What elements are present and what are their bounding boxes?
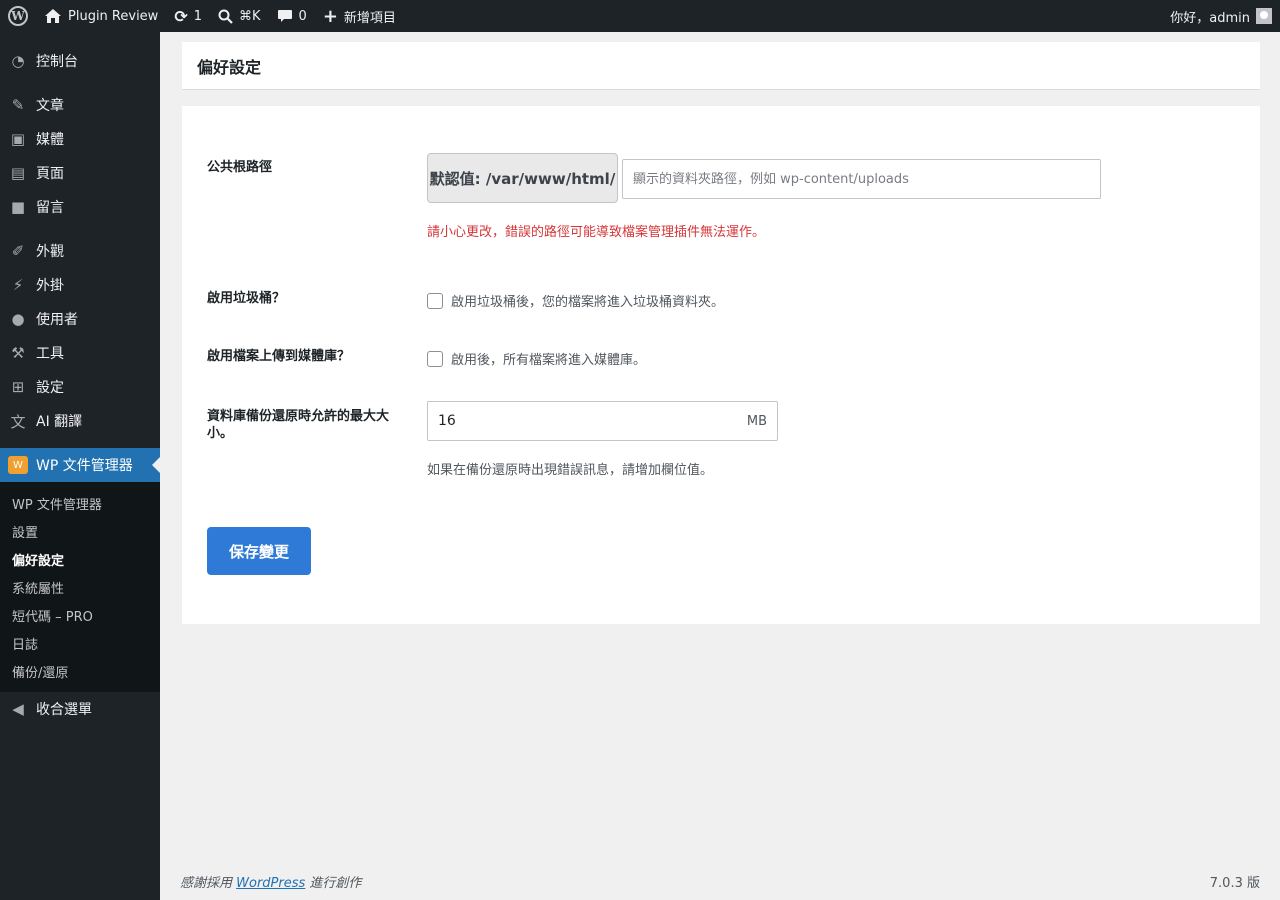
collapse-menu-label: 收合選單 bbox=[36, 702, 92, 718]
wordpress-logo-icon: W bbox=[8, 6, 28, 26]
wrench-icon: ⚒ bbox=[11, 344, 25, 362]
sidebar-item-label: 外觀 bbox=[36, 244, 64, 260]
sidebar-item-ai-translate[interactable]: 文 AI 翻譯 bbox=[0, 404, 160, 438]
home-icon bbox=[45, 9, 61, 23]
translate-icon: 文 bbox=[10, 412, 26, 431]
preferences-panel: 公共根路徑 默認值: /var/www/html/ 請小心更改，錯誤的路徑可能導… bbox=[182, 106, 1260, 624]
trash-label: 啟用垃圾桶？ bbox=[207, 291, 286, 306]
default-path-display: 默認值: /var/www/html/ bbox=[427, 153, 618, 203]
submenu-item-backup-restore[interactable]: 備份/還原 bbox=[0, 657, 160, 685]
sidebar-item-label: AI 翻譯 bbox=[36, 414, 83, 430]
public-root-input[interactable] bbox=[622, 159, 1101, 199]
collapse-arrow-icon: ◀ bbox=[12, 700, 24, 718]
public-root-warning: 請小心更改，錯誤的路徑可能導致檔案管理插件無法運作。 bbox=[427, 225, 766, 240]
sidebar-item-posts[interactable]: ✎ 文章 bbox=[0, 88, 160, 122]
search-icon bbox=[218, 9, 233, 24]
trash-option: 啟用垃圾桶後，您的檔案將進入垃圾桶資料夾。 bbox=[427, 291, 724, 310]
max-size-label: 資料庫備份還原時允許的最大大 小。 bbox=[207, 408, 412, 442]
sidebar-item-label: WP 文件管理器 bbox=[36, 458, 133, 474]
my-account-menu[interactable]: 你好，admin bbox=[1162, 0, 1280, 32]
sidebar-item-comments[interactable]: ■ 留言 bbox=[0, 190, 160, 224]
sidebar-item-label: 頁面 bbox=[36, 166, 64, 182]
media-upload-checkbox[interactable] bbox=[427, 350, 443, 367]
page-title: 偏好設定 bbox=[182, 42, 1260, 90]
sidebar-item-label: 工具 bbox=[36, 346, 64, 362]
plus-icon: + bbox=[322, 5, 338, 27]
max-size-value: 16 bbox=[438, 413, 456, 429]
pin-icon: ✎ bbox=[11, 96, 25, 114]
sidebar-item-label: 外掛 bbox=[36, 278, 64, 294]
sidebar-item-plugins[interactable]: ⚡ 外掛 bbox=[0, 268, 160, 302]
new-content-menu[interactable]: + 新增項目 bbox=[315, 0, 404, 32]
max-size-field[interactable]: 16 MB bbox=[427, 401, 778, 441]
file-manager-submenu: WP 文件管理器 設置 偏好設定 系統屬性 短代碼 – PRO 日誌 備份/還原 bbox=[0, 482, 160, 692]
page-icon: ▤ bbox=[10, 164, 26, 182]
user-icon: ● bbox=[11, 310, 25, 328]
greeting: 你好，admin bbox=[1170, 10, 1250, 26]
wp-logo-menu[interactable]: W bbox=[0, 0, 36, 32]
max-size-label-line1: 資料庫備份還原時允許的最大大 bbox=[207, 409, 390, 424]
footer-suffix: 進行創作 bbox=[305, 876, 362, 891]
sidebar-item-wp-file-manager[interactable]: W WP 文件管理器 bbox=[0, 448, 160, 482]
public-root-label: 公共根路徑 bbox=[207, 160, 273, 175]
admin-sidebar: ◔ 控制台 ✎ 文章 ▣ 媒體 ▤ 頁面 ■ 留言 ✐ 外觀 ⚡ 外掛 ● 使用… bbox=[0, 32, 160, 900]
submenu-item-file-manager[interactable]: WP 文件管理器 bbox=[0, 489, 160, 517]
sidebar-item-label: 媒體 bbox=[36, 132, 64, 148]
main-content: 偏好設定 公共根路徑 默認值: /var/www/html/ 請小心更改，錯誤的… bbox=[160, 32, 1280, 900]
sidebar-item-settings[interactable]: ⊞ 設定 bbox=[0, 370, 160, 404]
max-size-label-line2: 小。 bbox=[207, 426, 234, 441]
updates-count: 1 bbox=[193, 8, 202, 24]
submenu-item-preferences[interactable]: 偏好設定 bbox=[0, 545, 160, 573]
sidebar-item-media[interactable]: ▣ 媒體 bbox=[0, 122, 160, 156]
save-changes-button[interactable]: 保存變更 bbox=[207, 527, 311, 575]
wordpress-link[interactable]: WordPress bbox=[236, 876, 305, 891]
comments-count: 0 bbox=[298, 8, 307, 24]
updates-menu[interactable]: ⟳ 1 bbox=[166, 0, 210, 32]
max-size-hint: 如果在備份還原時出現錯誤訊息，請增加欄位值。 bbox=[427, 463, 714, 478]
sidebar-item-users[interactable]: ● 使用者 bbox=[0, 302, 160, 336]
settings-icon: ⊞ bbox=[11, 378, 25, 396]
collapse-menu-button[interactable]: ◀ 收合選單 bbox=[0, 692, 160, 726]
site-name: Plugin Review bbox=[68, 8, 159, 24]
sidebar-item-label: 設定 bbox=[36, 380, 64, 396]
comment-icon bbox=[277, 9, 292, 22]
brush-icon: ✐ bbox=[11, 242, 25, 260]
sidebar-item-tools[interactable]: ⚒ 工具 bbox=[0, 336, 160, 370]
avatar bbox=[1256, 8, 1272, 24]
media-upload-description: 啟用後，所有檔案將進入媒體庫。 bbox=[451, 353, 647, 368]
footer-prefix: 感謝採用 bbox=[180, 876, 237, 891]
dashboard-icon: ◔ bbox=[11, 52, 25, 70]
comments-menu[interactable]: 0 bbox=[269, 0, 315, 32]
file-manager-icon: W bbox=[8, 456, 28, 474]
media-upload-label: 啟用檔案上傳到媒體庫？ bbox=[207, 349, 351, 364]
media-upload-option: 啟用後，所有檔案將進入媒體庫。 bbox=[427, 349, 646, 368]
submenu-item-shortcode-pro[interactable]: 短代碼 – PRO bbox=[0, 601, 160, 629]
plugin-icon: ⚡ bbox=[12, 276, 24, 294]
media-icon: ▣ bbox=[10, 130, 26, 148]
submenu-item-settings[interactable]: 設置 bbox=[0, 517, 160, 545]
trash-checkbox[interactable] bbox=[427, 292, 443, 309]
updates-icon: ⟳ bbox=[174, 6, 188, 26]
search-shortcut: ⌘K bbox=[239, 8, 261, 24]
footer-version: 7.0.3 版 bbox=[1209, 876, 1260, 891]
new-content-label: 新增項目 bbox=[343, 10, 396, 26]
site-name-menu[interactable]: Plugin Review bbox=[36, 0, 166, 32]
sidebar-item-dashboard[interactable]: ◔ 控制台 bbox=[0, 44, 160, 78]
sidebar-item-pages[interactable]: ▤ 頁面 bbox=[0, 156, 160, 190]
trash-description: 啟用垃圾桶後，您的檔案將進入垃圾桶資料夾。 bbox=[451, 295, 725, 310]
sidebar-item-label: 控制台 bbox=[36, 54, 78, 70]
max-size-unit: MB bbox=[746, 413, 767, 429]
sidebar-item-label: 留言 bbox=[36, 200, 64, 216]
submenu-item-system-properties[interactable]: 系統屬性 bbox=[0, 573, 160, 601]
sidebar-item-appearance[interactable]: ✐ 外觀 bbox=[0, 234, 160, 268]
search-menu[interactable]: ⌘K bbox=[210, 0, 269, 32]
sidebar-item-label: 文章 bbox=[36, 98, 64, 114]
admin-bar: W Plugin Review ⟳ 1 ⌘K 0 + 新增項目 你好，admin bbox=[0, 0, 1280, 32]
sidebar-item-label: 使用者 bbox=[36, 312, 78, 328]
comment-icon: ■ bbox=[10, 198, 26, 216]
submenu-item-logs[interactable]: 日誌 bbox=[0, 629, 160, 657]
footer-credit: 感謝採用 WordPress 進行創作 bbox=[180, 872, 361, 891]
